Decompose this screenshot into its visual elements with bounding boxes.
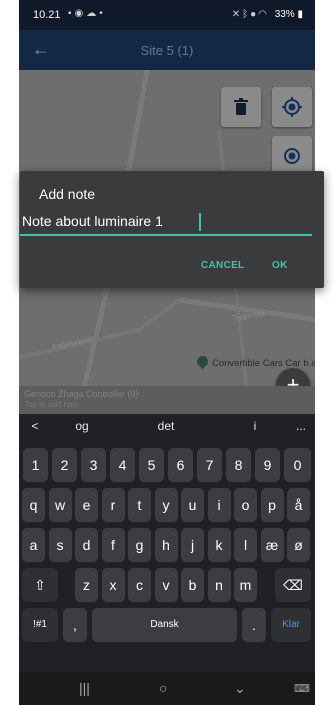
trash-icon [234, 98, 248, 115]
key[interactable]: v [154, 568, 178, 602]
bottom-sheet[interactable]: Genoco Zhaga Controller (0) Tap to add n… [19, 386, 315, 414]
poi-label: Convertible Cars Car b.a [212, 358, 315, 369]
status-time: 10.21 [33, 9, 61, 21]
page-title: Site 5 (1) [140, 43, 194, 58]
location-icon: ● [250, 9, 259, 20]
signal-icon: ◉ [74, 8, 87, 19]
comma-key[interactable]: , [63, 608, 87, 642]
wifi-icon: ◠ [258, 9, 269, 20]
key[interactable]: q [22, 488, 45, 522]
app-bar: ← Site 5 (1) [19, 30, 315, 70]
navigation-bar: ||| ○ ⌄ ⌨ [19, 672, 315, 705]
status-bar: 10.21 ▪◉☁• ✕ᛒ●◠ 33% ▮ [19, 0, 315, 30]
key[interactable]: f [101, 528, 125, 562]
battery-percent: 33% [274, 9, 295, 20]
recent-apps-icon[interactable]: ||| [79, 680, 90, 696]
controller-subtitle: Tap to add note [24, 400, 80, 409]
key[interactable]: 0 [284, 448, 311, 482]
enter-key[interactable]: Klar [271, 608, 311, 642]
ok-button[interactable]: OK [272, 260, 288, 271]
key[interactable]: 4 [110, 448, 135, 482]
add-note-dialog: Add note CANCEL OK [20, 171, 324, 288]
more-icon[interactable]: ... [291, 419, 311, 433]
key[interactable]: ø [287, 528, 310, 562]
dialog-title: Add note [39, 186, 96, 202]
notification-icons: ▪◉☁• [68, 8, 106, 19]
key[interactable]: d [75, 528, 98, 562]
key[interactable]: 6 [168, 448, 193, 482]
key[interactable]: æ [260, 528, 284, 562]
key[interactable]: k [207, 528, 231, 562]
home-icon[interactable]: ○ [159, 680, 167, 696]
system-status: ✕ᛒ●◠ 33% ▮ [232, 9, 303, 20]
key[interactable]: 2 [52, 448, 77, 482]
key[interactable]: t [128, 488, 151, 522]
key[interactable]: å [287, 488, 310, 522]
key[interactable]: s [48, 528, 72, 562]
space-key[interactable]: Dansk [92, 608, 237, 642]
suggestion-item[interactable]: det [149, 419, 183, 433]
key[interactable]: g [128, 528, 151, 562]
locate-button[interactable] [272, 136, 312, 176]
key[interactable]: i [207, 488, 231, 522]
key[interactable]: 5 [139, 448, 164, 482]
key[interactable]: m [234, 568, 257, 602]
system-icons: ✕ᛒ●◠ [232, 9, 269, 20]
phone-screen: 10.21 ▪◉☁• ✕ᛒ●◠ 33% ▮ ← Site 5 (1) Trygl… [19, 0, 315, 705]
suggestion-item[interactable]: og [67, 419, 97, 433]
hide-keyboard-icon[interactable]: ⌄ [234, 680, 246, 697]
suggestion-item[interactable]: i [244, 419, 266, 433]
key[interactable]: o [234, 488, 257, 522]
keyboard: < og det i ... 1 2 3 4 5 6 7 8 9 0 q w e… [19, 414, 315, 672]
poi-marker[interactable]: Convertible Cars Car b.a [194, 353, 315, 370]
keyboard-icon[interactable]: ⌨ [294, 682, 310, 695]
cancel-button[interactable]: CANCEL [201, 260, 244, 271]
dot-icon: • [99, 8, 106, 19]
battery-icon: ▮ [297, 9, 303, 20]
key[interactable]: z [75, 568, 98, 602]
key[interactable]: 3 [81, 448, 106, 482]
key[interactable]: u [181, 488, 204, 522]
key[interactable]: y [154, 488, 178, 522]
key[interactable]: 1 [23, 448, 48, 482]
key[interactable]: x [101, 568, 125, 602]
backspace-key[interactable]: ⌫ [275, 568, 311, 602]
shift-key[interactable]: ⇧ [22, 568, 58, 602]
key[interactable]: 9 [255, 448, 280, 482]
target-button[interactable] [272, 87, 312, 127]
key[interactable]: p [260, 488, 284, 522]
delete-button[interactable] [221, 87, 261, 127]
key[interactable]: l [234, 528, 257, 562]
key[interactable]: j [181, 528, 204, 562]
note-input[interactable] [20, 208, 312, 236]
suggestion-bar: < og det i ... [19, 414, 315, 440]
key[interactable]: w [48, 488, 72, 522]
key[interactable]: a [22, 528, 45, 562]
symbols-key[interactable]: !#1 [22, 608, 58, 642]
target-icon [282, 97, 302, 117]
chevron-left-icon[interactable]: < [29, 419, 41, 433]
key[interactable]: h [154, 528, 178, 562]
key[interactable]: b [181, 568, 204, 602]
period-key[interactable]: . [242, 608, 266, 642]
key[interactable]: r [101, 488, 125, 522]
key[interactable]: 8 [226, 448, 251, 482]
key[interactable]: c [128, 568, 151, 602]
locate-icon [284, 148, 300, 164]
text-cursor [199, 213, 201, 231]
cloud-icon: ☁ [86, 8, 100, 19]
mute-icon: ✕ [231, 9, 243, 20]
map-pin-icon [194, 353, 211, 370]
controller-title: Genoco Zhaga Controller (0) [24, 389, 139, 399]
key[interactable]: e [75, 488, 98, 522]
key[interactable]: 7 [197, 448, 222, 482]
key[interactable]: n [207, 568, 231, 602]
bluetooth-icon: ᛒ [242, 9, 251, 20]
